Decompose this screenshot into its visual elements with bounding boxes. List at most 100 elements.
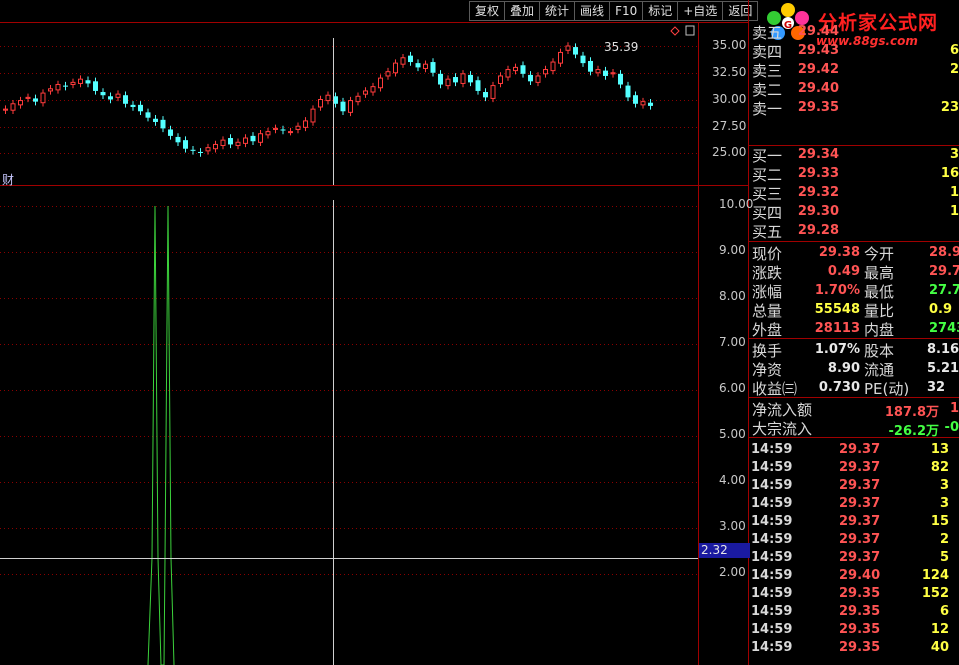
ask-price: 29.43 xyxy=(797,43,839,58)
quote-value: 55548 xyxy=(814,302,860,317)
quote-label: 涨幅 xyxy=(752,283,783,301)
tick-price: 29.35 xyxy=(839,604,881,619)
tick-price: 29.37 xyxy=(839,550,881,565)
tick-price: 29.35 xyxy=(839,622,881,637)
bid-label: 买五 xyxy=(752,223,783,241)
quote-label: 外盘 xyxy=(752,321,783,339)
quote-value-2: 27.7 xyxy=(929,283,959,298)
price-axis-tick: 32.50 xyxy=(712,65,747,79)
finance-value-2: 5.21 xyxy=(927,361,959,376)
quote-value-2: 28.9 xyxy=(929,245,959,260)
tick-time: 14:59 xyxy=(751,586,793,601)
tick-volume: 12 xyxy=(930,622,949,637)
flow-label: 大宗流入 xyxy=(752,420,813,438)
tick-volume: 5 xyxy=(939,550,949,565)
quote-value: 1.70% xyxy=(814,283,860,298)
ask-label: 卖一 xyxy=(752,100,783,118)
diamond-icon[interactable] xyxy=(670,26,680,36)
bid-price: 29.34 xyxy=(797,147,839,162)
ask-price: 29.44 xyxy=(797,24,839,39)
price-grid xyxy=(0,46,698,154)
price-axis-tick: 25.00 xyxy=(712,145,747,159)
tick-price: 29.35 xyxy=(839,586,881,601)
tick-volume: 13 xyxy=(930,442,949,457)
finance-label-2: PE(动) xyxy=(864,380,910,398)
tick-time: 14:59 xyxy=(751,442,793,457)
price-axis-tick: 30.00 xyxy=(712,92,747,106)
finance-tag[interactable]: 财 xyxy=(2,171,14,188)
quote-value: 29.38 xyxy=(818,245,860,260)
ask-volume: 2 xyxy=(949,62,959,77)
tick-time: 14:59 xyxy=(751,550,793,565)
high-price-marker: 35.39 xyxy=(604,40,639,54)
cursor-value-badge: 2.32 xyxy=(699,543,750,558)
ask-label: 卖三 xyxy=(752,62,783,80)
tick-volume: 3 xyxy=(939,496,949,511)
finance-label-2: 流通 xyxy=(864,361,895,379)
tick-price: 29.37 xyxy=(839,532,881,547)
quote-label-2: 最高 xyxy=(864,264,895,282)
finance-label: 收益㈢ xyxy=(752,380,798,398)
bid-price: 29.28 xyxy=(797,223,839,238)
indicator-axis-tick: 8.00 xyxy=(719,289,746,303)
tick-time: 14:59 xyxy=(751,532,793,547)
finance-divider xyxy=(749,338,959,339)
tick-time: 14:59 xyxy=(751,604,793,619)
bid-volume: 16 xyxy=(940,166,959,181)
finance-label: 换手 xyxy=(752,342,783,360)
tick-price: 29.37 xyxy=(839,442,881,457)
bid-label: 买四 xyxy=(752,204,783,222)
price-candles xyxy=(3,42,653,157)
flow-extra: -0 xyxy=(944,420,959,435)
ask-price: 29.40 xyxy=(797,81,839,96)
indicator-axis-tick: 9.00 xyxy=(719,243,746,257)
tick-time: 14:59 xyxy=(751,496,793,511)
flow-divider xyxy=(749,397,959,398)
bid-label: 买三 xyxy=(752,185,783,203)
quote-label-2: 量比 xyxy=(864,302,895,320)
tick-time: 14:59 xyxy=(751,640,793,655)
finance-value: 0.730 xyxy=(818,380,860,395)
tick-volume: 2 xyxy=(939,532,949,547)
indicator-axis-tick: 5.00 xyxy=(719,427,746,441)
indicator-grid xyxy=(0,206,698,575)
tick-volume: 40 xyxy=(930,640,949,655)
quote-value-2: 2743 xyxy=(929,321,959,336)
finance-value: 8.90 xyxy=(827,361,860,376)
bid-volume: 1 xyxy=(949,204,959,219)
tick-price: 29.40 xyxy=(839,568,881,583)
indicator-line xyxy=(147,205,175,665)
chart-area[interactable] xyxy=(0,0,749,665)
tick-time: 14:59 xyxy=(751,622,793,637)
quote-label: 现价 xyxy=(752,245,783,263)
ask-volume: 6 xyxy=(949,43,959,58)
quote-value-2: 0.9 xyxy=(929,302,953,317)
bid-volume: 3 xyxy=(949,147,959,162)
tick-volume: 15 xyxy=(930,514,949,529)
tick-price: 29.35 xyxy=(839,640,881,655)
ask-price: 29.42 xyxy=(797,62,839,77)
finance-value: 1.07% xyxy=(814,342,860,357)
finance-label-2: 股本 xyxy=(864,342,895,360)
tick-price: 29.37 xyxy=(839,478,881,493)
tick-volume: 124 xyxy=(921,568,949,583)
tick-volume: 82 xyxy=(930,460,949,475)
flow-extra: 1 xyxy=(949,401,959,416)
indicator-axis-tick: 3.00 xyxy=(719,519,746,533)
quote-divider xyxy=(749,241,959,242)
quote-label-2: 最低 xyxy=(864,283,895,301)
bid-price: 29.32 xyxy=(797,185,839,200)
ask-price: 29.35 xyxy=(797,100,839,115)
indicator-axis-tick: 2.00 xyxy=(719,565,746,579)
bid-price: 29.30 xyxy=(797,204,839,219)
tick-volume: 152 xyxy=(921,586,949,601)
bid-label: 买二 xyxy=(752,166,783,184)
quote-value-2: 29.7 xyxy=(929,264,959,279)
tick-time: 14:59 xyxy=(751,514,793,529)
ask-volume: 23 xyxy=(940,100,959,115)
quote-label: 总量 xyxy=(752,302,783,320)
finance-label: 净资 xyxy=(752,361,783,379)
tick-time: 14:59 xyxy=(751,568,793,583)
window-box-icon[interactable] xyxy=(685,25,695,36)
indicator-axis-tick: 6.00 xyxy=(719,381,746,395)
